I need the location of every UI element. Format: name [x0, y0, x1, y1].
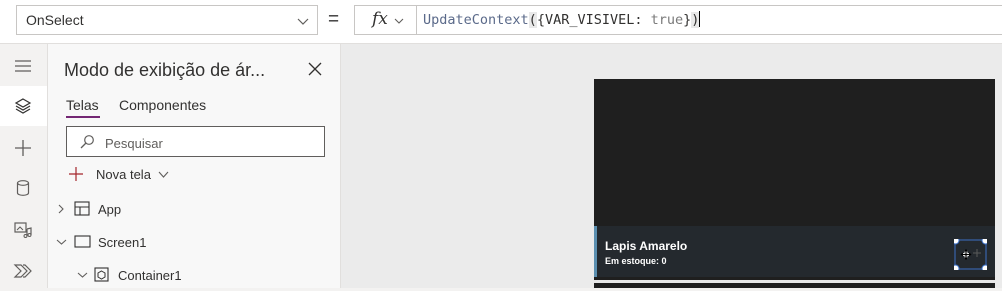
power-automate-icon: [13, 264, 32, 278]
gallery-separator: [594, 280, 995, 283]
chevron-down-icon[interactable]: [77, 271, 88, 279]
search-input[interactable]: [103, 132, 317, 154]
formula-input[interactable]: UpdateContext({VAR_VISIVEL: true}): [416, 5, 1002, 35]
rail-media-button[interactable]: [0, 210, 47, 250]
tab-telas[interactable]: Telas: [66, 97, 99, 113]
plus-icon: [15, 140, 31, 156]
tree-view-panel: Modo de exibição de ár... Telas Componen…: [48, 44, 341, 288]
tree-item-screen1[interactable]: Screen1: [48, 227, 340, 257]
gallery-item-subtitle: Em estoque: 0: [605, 256, 667, 266]
gallery-item-title: Lapis Amarelo: [605, 239, 688, 253]
chevron-down-icon: [394, 18, 404, 24]
fx-button[interactable]: fx: [354, 5, 416, 35]
chevron-down-icon[interactable]: [56, 238, 67, 246]
property-dropdown-value: OnSelect: [26, 12, 84, 28]
plus-icon: [69, 167, 83, 181]
search-icon: [80, 135, 94, 149]
formula-keyword: true: [650, 12, 684, 28]
tree-item-container1[interactable]: Container1: [48, 260, 340, 290]
formula-function: UpdateContext: [423, 12, 529, 28]
rail-insert-button[interactable]: [0, 128, 47, 168]
container-icon: [94, 267, 109, 282]
text-caret: [699, 11, 701, 27]
rail-power-automate-button[interactable]: [0, 251, 47, 291]
app-icon: [74, 201, 90, 216]
rail-data-button[interactable]: [0, 168, 47, 208]
chevron-down-icon: [297, 18, 309, 25]
left-rail: [0, 44, 48, 288]
rail-menu-button[interactable]: [0, 46, 47, 86]
formula-argument: {VAR_VISIVEL:: [536, 12, 651, 28]
database-icon: [16, 180, 30, 196]
active-tab-indicator: [66, 116, 100, 118]
move-cursor-icon: [960, 249, 972, 260]
formula-close-paren: ): [691, 12, 700, 28]
formula-bar: OnSelect = fx UpdateContext({VAR_VISIVEL…: [0, 0, 1002, 44]
equals-sign: =: [328, 9, 340, 30]
screen-icon: [74, 235, 91, 248]
tree-item-label: Screen1: [98, 235, 147, 250]
gallery-item[interactable]: Lapis Amarelo Em estoque: 0: [594, 226, 995, 277]
hamburger-icon: [15, 60, 31, 72]
tab-componentes[interactable]: Componentes: [119, 97, 206, 113]
selected-add-button[interactable]: [954, 239, 987, 270]
layers-icon: [14, 98, 32, 114]
fx-icon: fx: [372, 9, 388, 29]
new-screen-label: Nova tela: [96, 167, 151, 182]
tree-item-label: Container1: [118, 268, 182, 283]
panel-title: Modo de exibição de ár...: [64, 60, 266, 80]
chevron-right-icon[interactable]: [57, 204, 65, 214]
tree-item-label: App: [98, 202, 122, 217]
rail-tree-view-button[interactable]: [0, 86, 47, 126]
tree-item-app[interactable]: App: [48, 194, 340, 224]
app-screen-preview[interactable]: Lapis Amarelo Em estoque: 0: [594, 79, 995, 288]
canvas-area: Lapis Amarelo Em estoque: 0: [341, 44, 1002, 288]
media-icon: [14, 222, 32, 238]
formula-open-paren: (: [528, 12, 537, 28]
close-icon[interactable]: [306, 60, 324, 78]
chevron-down-icon: [158, 171, 169, 178]
property-dropdown[interactable]: OnSelect: [16, 5, 318, 35]
search-box[interactable]: [66, 126, 325, 157]
